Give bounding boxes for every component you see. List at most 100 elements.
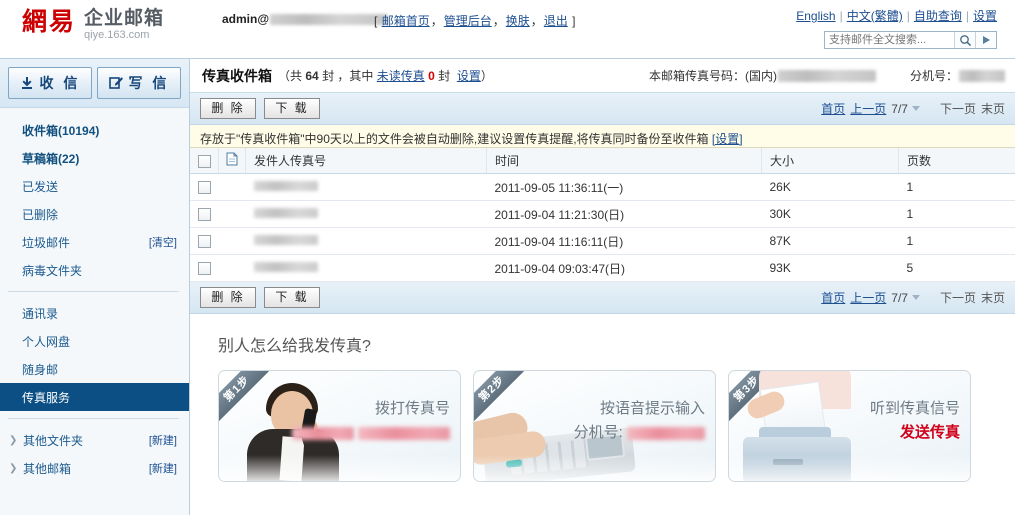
extension-label: 分机号： bbox=[910, 67, 958, 84]
row-checkbox[interactable] bbox=[198, 235, 211, 248]
pager-first-bottom[interactable]: 首页 bbox=[821, 289, 845, 306]
sidebar-item-label: 传真服务 bbox=[22, 389, 177, 406]
cell-time: 2011-09-04 09:03:47(日) bbox=[487, 255, 762, 282]
link-self-service[interactable]: 自助查询 bbox=[914, 9, 962, 23]
sidebar-item-virus[interactable]: 病毒文件夹 bbox=[0, 256, 189, 284]
sidebar-item-contacts[interactable]: 通讯录 bbox=[0, 299, 189, 327]
fax-number-redacted bbox=[778, 70, 876, 82]
search-box[interactable] bbox=[824, 31, 997, 49]
table-row[interactable]: 2011-09-04 11:16:11(日) 87K 1 bbox=[190, 228, 1015, 255]
download-button-top[interactable]: 下 载 bbox=[264, 98, 320, 119]
row-checkbox[interactable] bbox=[198, 208, 211, 221]
pager-prev-bottom[interactable]: 上一页 bbox=[850, 289, 886, 306]
pager-position-top: 7/7 bbox=[891, 102, 908, 116]
sidebar-item-label: 通讯录 bbox=[22, 305, 177, 322]
fax-number-redacted-card2 bbox=[358, 427, 450, 440]
delete-button-top[interactable]: 删 除 bbox=[200, 98, 256, 119]
link-mail-home[interactable]: 邮箱首页 bbox=[382, 14, 430, 28]
pager-next-bottom[interactable]: 下一页 bbox=[940, 289, 976, 306]
search-input[interactable] bbox=[825, 32, 954, 48]
cell-size: 87K bbox=[762, 228, 899, 255]
pager-first-top[interactable]: 首页 bbox=[821, 100, 845, 117]
triangle-right-icon[interactable] bbox=[975, 32, 996, 48]
sidebar: 收 信 写 信 收件箱(10194) 草稿箱(22) 已发送 bbox=[0, 59, 190, 515]
sidebar-item-label: 个人网盘 bbox=[22, 333, 177, 350]
fax-number-redacted-card bbox=[292, 427, 354, 440]
table-row[interactable]: 2011-09-04 11:21:30(日) 30K 1 bbox=[190, 201, 1015, 228]
step-text-1: 拨打传真号 bbox=[292, 397, 450, 445]
download-button-bottom[interactable]: 下 载 bbox=[264, 287, 320, 308]
pager-last-top[interactable]: 末页 bbox=[981, 100, 1005, 117]
arrow-right-icon bbox=[460, 417, 461, 435]
pager-position-bottom: 7/7 bbox=[891, 291, 908, 305]
pager-prev-top[interactable]: 上一页 bbox=[850, 100, 886, 117]
link-traditional-chinese[interactable]: 中文(繁體) bbox=[847, 9, 903, 23]
download-icon bbox=[20, 76, 34, 90]
sidebar-item-inbox[interactable]: 收件箱(10194) bbox=[0, 116, 189, 144]
fax-table: 发件人传真号 时间 大小 页数 2011-09-05 11:36:11(一) 2… bbox=[190, 148, 1015, 282]
column-header-time[interactable]: 时间 bbox=[487, 148, 762, 174]
sidebar-item-sent[interactable]: 已发送 bbox=[0, 172, 189, 200]
column-header-size[interactable]: 大小 bbox=[762, 148, 899, 174]
step-card-1: 第1步 拨打传真号 bbox=[218, 370, 461, 482]
table-body: 2011-09-05 11:36:11(一) 26K 1 2011-09-04 … bbox=[190, 174, 1015, 282]
sidebar-item-label: 随身邮 bbox=[22, 361, 177, 378]
step-line-2: 分机号: bbox=[574, 424, 623, 441]
search-icon[interactable] bbox=[954, 32, 975, 48]
column-header-checkbox bbox=[190, 148, 219, 174]
toolbar-top: 删 除 下 载 首页 上一页 7/7 下一页 末页 bbox=[190, 93, 1015, 125]
brand-logo[interactable]: 網易 企业邮箱 qiye.163.com bbox=[22, 8, 164, 42]
sender-redacted bbox=[254, 235, 318, 245]
link-change-skin[interactable]: 换肤 bbox=[506, 14, 530, 28]
link-settings[interactable]: 设置 bbox=[973, 9, 997, 23]
cell-size: 93K bbox=[762, 255, 899, 282]
spam-empty-link[interactable]: [清空] bbox=[149, 234, 177, 250]
sidebar-item-label: 草稿箱(22) bbox=[22, 150, 177, 167]
chevron-down-icon[interactable] bbox=[912, 106, 920, 111]
sidebar-item-fax-service[interactable]: 传真服务 bbox=[0, 383, 189, 411]
sidebar-item-deleted[interactable]: 已删除 bbox=[0, 200, 189, 228]
account-label: admin@ bbox=[222, 12, 388, 26]
cell-pages: 1 bbox=[899, 228, 1015, 255]
select-all-checkbox[interactable] bbox=[198, 155, 211, 168]
new-folder-link[interactable]: [新建] bbox=[149, 432, 177, 448]
unread-fax-link[interactable]: 未读传真 bbox=[377, 69, 425, 83]
pager-last-bottom[interactable]: 末页 bbox=[981, 289, 1005, 306]
sender-redacted bbox=[254, 181, 318, 191]
sidebar-group-other-mailboxes[interactable]: ❯ 其他邮箱 [新建] bbox=[0, 454, 189, 482]
fax-settings-link[interactable]: 设置 bbox=[457, 69, 481, 83]
cell-sender bbox=[246, 228, 487, 255]
sidebar-item-netdisk[interactable]: 个人网盘 bbox=[0, 327, 189, 355]
table-row[interactable]: 2011-09-05 11:36:11(一) 26K 1 bbox=[190, 174, 1015, 201]
row-checkbox[interactable] bbox=[198, 262, 211, 275]
delete-button-bottom[interactable]: 删 除 bbox=[200, 287, 256, 308]
bracket-open: [ bbox=[374, 14, 377, 28]
link-admin-console[interactable]: 管理后台 bbox=[444, 14, 492, 28]
retention-notice-text: 存放于"传真收件箱"中90天以上的文件会被自动删除,建议设置传真提醒,将传真同时… bbox=[200, 132, 709, 146]
compose-mail-button[interactable]: 写 信 bbox=[97, 67, 181, 99]
link-logout[interactable]: 退出 bbox=[544, 14, 568, 28]
sidebar-divider-1 bbox=[8, 291, 179, 292]
count-prefix: （共 bbox=[278, 69, 302, 83]
link-english[interactable]: English bbox=[796, 9, 835, 23]
chevron-down-icon[interactable] bbox=[912, 295, 920, 300]
sidebar-item-mobile-mail[interactable]: 随身邮 bbox=[0, 355, 189, 383]
sidebar-item-spam[interactable]: 垃圾邮件 [清空] bbox=[0, 228, 189, 256]
card-fade-1 bbox=[219, 455, 460, 481]
sidebar-group-other-folders[interactable]: ❯ 其他文件夹 [新建] bbox=[0, 426, 189, 454]
row-checkbox[interactable] bbox=[198, 181, 211, 194]
sidebar-item-label: 收件箱(10194) bbox=[22, 122, 177, 139]
new-mailbox-link[interactable]: [新建] bbox=[149, 460, 177, 476]
column-header-pages[interactable]: 页数 bbox=[899, 148, 1015, 174]
table-row[interactable]: 2011-09-04 09:03:47(日) 93K 5 bbox=[190, 255, 1015, 282]
account-domain-redacted bbox=[270, 14, 388, 25]
pager-next-top[interactable]: 下一页 bbox=[940, 100, 976, 117]
receive-mail-button[interactable]: 收 信 bbox=[8, 67, 92, 99]
fax-inbox-header: 传真收件箱 （共 64 封 ，其中 未读传真 0 封 设置） 本邮箱传真号码：(… bbox=[190, 59, 1015, 93]
count-unit-1: 封 ，其中 bbox=[322, 69, 373, 83]
retention-notice-settings-link[interactable]: [设置] bbox=[712, 132, 743, 146]
column-header-sender[interactable]: 发件人传真号 bbox=[246, 148, 487, 174]
cell-size: 30K bbox=[762, 201, 899, 228]
sidebar-item-drafts[interactable]: 草稿箱(22) bbox=[0, 144, 189, 172]
count-unit-2: 封 bbox=[438, 69, 450, 83]
